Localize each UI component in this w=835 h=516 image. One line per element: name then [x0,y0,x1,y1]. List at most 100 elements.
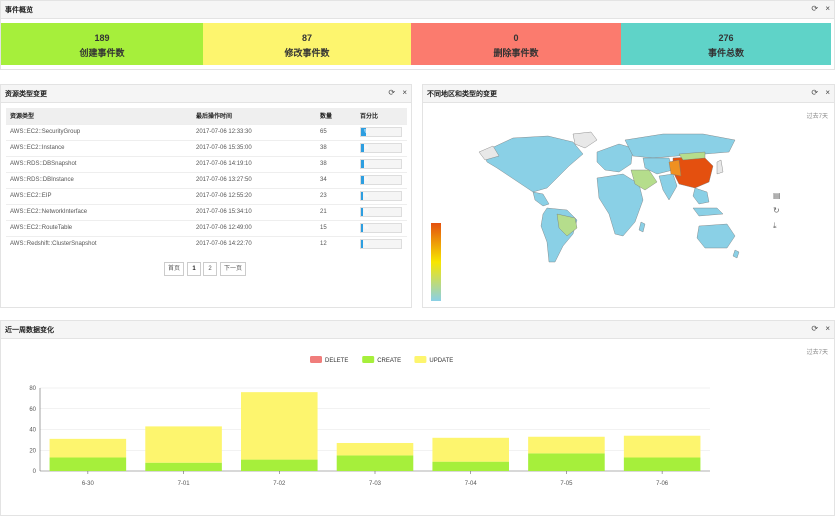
refresh-icon[interactable]: ⟳ [811,88,818,98]
refresh-icon[interactable]: ⟳ [811,4,818,14]
region-japan [716,159,724,175]
cell-type: AWS::EC2::SecurityGroup [6,123,192,140]
region-nz [732,249,740,259]
bar-create [145,462,222,471]
download-icon[interactable]: ⤓ [773,221,777,231]
cell-percent: % [356,155,407,172]
cell-type: AWS::EC2::EIP [6,187,192,204]
stat-created-label: 创建事件数 [79,48,125,58]
cell-percent: % [356,171,407,188]
map-range-label: 过去7天 [806,114,828,120]
region-europe [596,143,634,173]
stat-deleted: 0 删除事件数 [411,23,621,65]
page-first-button[interactable]: 首页 [164,262,184,276]
region-australia [696,223,736,249]
bar-create [336,455,414,471]
page-next-button[interactable]: 下一页 [220,262,246,276]
bar-create [432,461,509,471]
table-row: AWS::RDS::DBInstance 2017-07-06 13:27:50 3… [6,171,407,188]
x-tick-label: 7-02 [273,481,286,487]
stat-modified: 87 修改事件数 [203,23,411,65]
stat-deleted-value: 0 [513,33,519,43]
close-icon[interactable]: × [825,4,830,14]
cell-type: AWS::RDS::DBSnapshot [6,155,192,172]
region-china-west [668,159,682,177]
bar-create [49,457,127,471]
refresh-icon[interactable]: ⟳ [388,88,395,98]
close-icon[interactable]: × [825,88,830,98]
table-row: AWS::EC2::SecurityGroup 2017-07-06 12:33:… [6,123,407,140]
cell-percent: % [356,187,407,204]
cell-count: 23 [316,187,356,204]
overview-header: 事件概览 ⟳ × [1,1,834,19]
cell-time: 2017-07-06 15:35:00 [192,139,316,156]
percent-bar-text: % [364,241,369,248]
region-se-asia [692,187,710,205]
x-tick-label: 7-06 [656,481,669,487]
percent-bar: % [360,223,402,233]
bar-update [432,437,509,462]
bar-create [623,457,701,471]
bar-update [623,435,701,458]
page-1-button[interactable]: 1 [187,262,201,276]
page-2-button[interactable]: 2 [203,262,217,276]
cell-time: 2017-07-06 13:27:50 [192,171,316,188]
stat-created: 189 创建事件数 [1,23,203,65]
percent-bar: % [360,239,402,250]
world-map [478,131,740,263]
cell-percent: % [356,203,407,220]
legend-swatch-create [362,356,375,363]
close-icon[interactable]: × [402,88,407,98]
map-visual-map-legend[interactable] [431,223,441,301]
region-madagascar [638,221,646,233]
cell-count: 21 [316,203,356,220]
bar-create [241,459,318,471]
y-tick-label: 60 [29,407,36,413]
bar-update [241,392,318,460]
cell-count: 38 [316,155,356,172]
cell-type: AWS::EC2::NetworkInterface [6,203,192,220]
legend-swatch-update [414,356,427,363]
legend-label-delete: DELETE [325,358,348,364]
table-header-row: 资源类型 最后操作时间 数量 百分比 [6,108,407,124]
col-percent: 百分比 [356,108,407,124]
legend-label-update: UPDATE [429,358,453,364]
weekly-header: 近一周数据变化 ⟳ × [1,321,834,339]
stat-total-label: 事件总数 [707,48,744,58]
cell-time: 2017-07-06 12:49:00 [192,219,316,236]
restore-icon[interactable]: ↻ [773,206,780,215]
table-row: AWS::EC2::EIP 2017-07-06 12:55:20 23% [6,187,407,204]
stat-modified-label: 修改事件数 [284,48,330,58]
y-tick-label: 40 [29,428,36,434]
map-title: 不同地区和类型的变更 [427,91,497,98]
percent-bar: % [360,207,402,217]
stat-deleted-label: 删除事件数 [493,48,539,58]
cell-time: 2017-07-06 12:55:20 [192,187,316,204]
col-count: 数量 [316,108,356,124]
region-central-america [532,191,550,207]
bar-update [336,442,414,456]
cell-percent: % [356,139,407,156]
region-india [658,173,678,201]
cell-percent: % [356,219,407,236]
cell-count: 34 [316,171,356,188]
legend-swatch-delete [310,356,322,363]
percent-bar-text: % [364,193,369,199]
y-tick-label: 80 [29,386,36,392]
close-icon[interactable]: × [825,324,830,334]
y-tick-label: 0 [33,469,37,475]
stat-modified-value: 87 [301,33,312,43]
data-view-icon[interactable]: ▤ [773,191,781,200]
percent-bar-text: % [364,225,369,231]
stat-created-value: 189 [94,33,110,43]
map-header: 不同地区和类型的变更 ⟳ × [423,85,834,103]
cell-count: 65 [316,123,356,140]
table-row: AWS::EC2::NetworkInterface 2017-07-06 15:… [6,203,407,220]
cell-type: AWS::Redshift::ClusterSnapshot [6,235,192,252]
refresh-icon[interactable]: ⟳ [811,324,818,334]
overview-title: 事件概览 [5,7,33,14]
table-row: AWS::EC2::Instance 2017-07-06 15:35:00 38% [6,139,407,156]
x-tick-label: 7-01 [178,481,191,487]
y-tick-label: 20 [29,448,36,454]
percent-bar: % [360,159,402,169]
